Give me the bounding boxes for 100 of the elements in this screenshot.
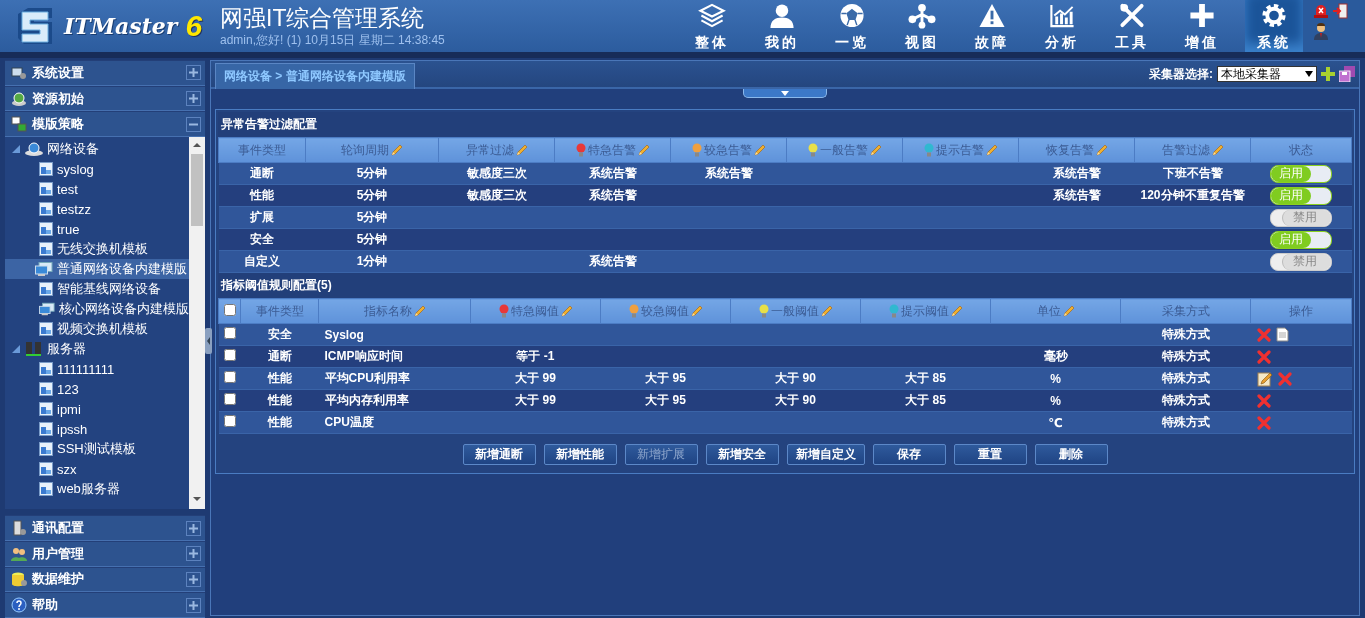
collapse-handle[interactable] [743,89,827,98]
pencil-icon[interactable] [1095,144,1108,156]
tools-icon [1118,2,1146,29]
sidebar-section[interactable]: 通讯配置 [5,515,205,541]
pencil-icon[interactable] [985,144,998,156]
pencil-icon[interactable] [637,144,650,156]
table-cell: 性能 [267,371,292,385]
nav-button[interactable]: 我的 [756,0,808,52]
alarm-icon[interactable] [1313,3,1329,19]
delete-icon[interactable] [1256,349,1271,364]
nav-button[interactable]: 分析 [1036,0,1088,52]
tree-item[interactable]: 123 [5,379,189,400]
action-button[interactable]: 新增自定义 [786,444,865,465]
expander-icon[interactable] [11,344,21,355]
pencil-icon[interactable] [560,305,573,317]
tree-item[interactable]: 智能基线网络设备 [5,279,189,300]
note-icon[interactable] [1275,327,1289,342]
expander-icon[interactable] [11,144,21,155]
tree-item[interactable]: 核心网络设备内建模版 [5,299,189,320]
pencil-icon[interactable] [1062,305,1075,317]
section-icon [11,90,27,107]
tree-item[interactable]: web服务器 [5,479,189,500]
pencil-icon[interactable] [690,305,703,317]
nav-button[interactable]: 整体 [686,0,738,52]
action-button[interactable]: 重置 [953,444,1027,465]
row-checkbox[interactable] [223,415,236,427]
row-checkbox[interactable] [223,393,236,405]
delete-icon[interactable] [1256,393,1271,408]
expand-icon[interactable] [186,65,201,81]
tree-item[interactable]: 视频交换机模板 [5,319,189,340]
scrollbar[interactable] [189,137,205,510]
collapse-icon[interactable] [186,116,201,132]
row-checkbox[interactable] [223,371,236,383]
add-icon[interactable] [1321,67,1335,81]
tree-item[interactable]: ipssh [5,419,189,440]
tree-item[interactable]: SSH测试模板 [5,439,189,460]
table-cell: 安全 [267,327,292,341]
sidebar-section[interactable]: 数据维护 [5,566,205,593]
sidebar-section[interactable]: 帮助 [5,592,205,618]
save-icon[interactable] [1339,66,1355,82]
collector-select[interactable]: 本地采集器 [1217,66,1317,82]
section-title: 异常告警过滤配置 [218,112,1352,137]
tree-item[interactable]: 普通网络设备内建模版 [5,259,189,280]
column-header: 事件类型 [238,141,286,159]
sidebar-section[interactable]: 系统设置 [5,60,205,86]
action-button[interactable]: 新增性能 [543,444,617,465]
expand-icon[interactable] [186,571,201,587]
pencil-icon[interactable] [413,305,426,317]
pencil-icon[interactable] [391,144,403,156]
section-icon [11,545,27,562]
column-header: 告警过滤 [1161,141,1210,159]
section-icon [11,64,27,81]
action-button[interactable]: 删除 [1034,444,1108,465]
table-cell: 大于 95 [645,393,686,407]
tree-item[interactable]: testzz [5,199,189,220]
template-icon [39,362,53,377]
expand-icon[interactable] [186,546,201,562]
nav-button[interactable]: 工具 [1106,0,1158,52]
pencil-icon[interactable] [820,305,833,317]
collapse-handle[interactable] [205,328,212,354]
sidebar-section[interactable]: 资源初始 [5,85,205,112]
tree-item[interactable]: ipmi [5,399,189,420]
nav-button[interactable]: 增值 [1176,0,1228,52]
select-all-checkbox[interactable] [223,303,236,316]
column-header: 提示阈值 [900,302,949,320]
pencil-icon[interactable] [515,144,528,156]
expand-icon[interactable] [186,91,201,107]
tree-group[interactable]: 网络设备 [5,139,189,160]
nav-button[interactable]: 一览 [826,0,878,52]
user-icon[interactable] [1313,22,1329,40]
nav-button[interactable]: 视图 [896,0,948,52]
action-button[interactable]: 保存 [872,444,946,465]
sidebar-section[interactable]: 用户管理 [5,540,205,567]
row-checkbox[interactable] [223,349,236,361]
pencil-icon[interactable] [1211,144,1224,156]
tree-item[interactable]: test [5,179,189,200]
edit-icon[interactable] [1256,370,1273,387]
nav-button[interactable]: 故障 [966,0,1018,52]
server-icon [24,342,44,357]
sidebar-section[interactable]: 模版策略 [5,111,205,138]
template-icon [39,182,53,197]
action-button[interactable]: 新增通断 [462,444,536,465]
tree-item[interactable]: 111111111 [5,359,189,380]
tree-item[interactable]: true [5,219,189,240]
table-cell: 大于 90 [775,393,816,407]
pencil-icon[interactable] [869,144,882,156]
tree-item[interactable]: syslog [5,159,189,180]
action-button[interactable]: 新增安全 [705,444,779,465]
tree-item[interactable]: szx [5,459,189,480]
pencil-icon[interactable] [950,305,963,317]
expand-icon[interactable] [186,597,201,613]
chart-icon [1048,2,1076,29]
exit-icon[interactable] [1332,3,1348,19]
row-checkbox[interactable] [223,327,236,339]
template-icon [39,162,53,177]
tree-item[interactable]: 无线交换机模板 [5,239,189,260]
pencil-icon[interactable] [753,144,766,156]
expand-icon[interactable] [186,520,201,536]
tree-group[interactable]: 服务器 [5,339,189,360]
nav-button[interactable]: 系统 [1245,0,1303,52]
